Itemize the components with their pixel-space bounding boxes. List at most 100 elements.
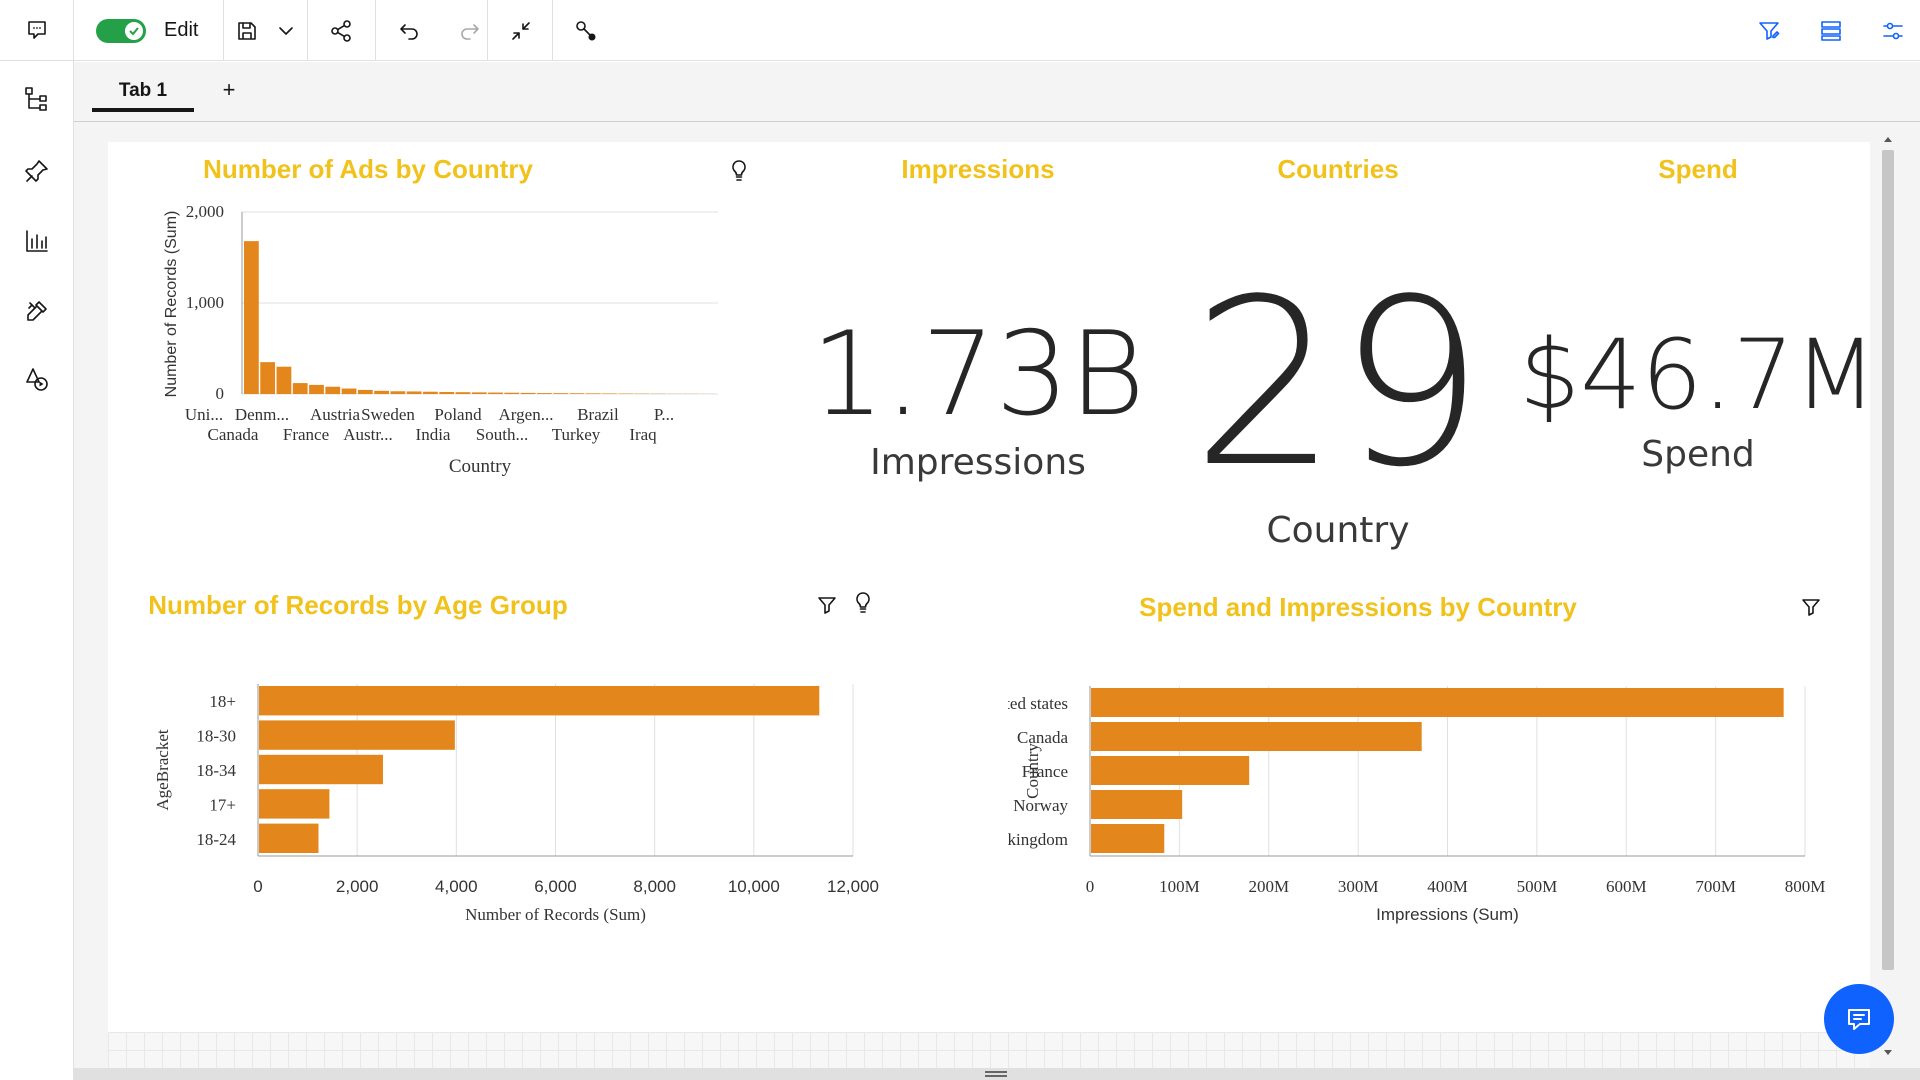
media-button[interactable] — [0, 354, 74, 404]
visualizations-button[interactable] — [0, 216, 74, 266]
save-menu-button[interactable] — [268, 0, 304, 61]
bar — [1091, 790, 1183, 819]
left-rail — [0, 0, 74, 1080]
x-tick-label: 4,000 — [435, 877, 478, 896]
x-tick-label: 12,000 — [827, 877, 879, 896]
lightbulb-icon[interactable] — [728, 158, 750, 184]
spend-title: Spend — [1658, 154, 1738, 184]
bar — [244, 241, 259, 394]
x-tick-label: 6,000 — [534, 877, 577, 896]
bar — [1091, 722, 1422, 751]
shapes-media-icon — [26, 368, 48, 391]
bar — [292, 383, 308, 394]
x-tick-label: Poland — [434, 405, 482, 424]
data-tree-button[interactable] — [0, 74, 74, 124]
scrollbar-thumb[interactable] — [1882, 150, 1894, 970]
bar — [259, 789, 330, 819]
spend-impressions-chart[interactable]: 0 100M 200M 300M 400M 500M 600M 700M 800M United … — [1008, 628, 1868, 1018]
save-button[interactable] — [226, 0, 268, 61]
add-tab-button[interactable]: + — [214, 76, 244, 106]
x-tick-label: 10,000 — [728, 877, 780, 896]
filter-button[interactable] — [1746, 0, 1792, 61]
x-tick-label: 400M — [1427, 877, 1468, 896]
x-tick-label: P... — [654, 405, 674, 424]
bar — [406, 391, 422, 394]
x-tick-label: 800M — [1785, 877, 1826, 896]
pin-button[interactable] — [0, 146, 74, 196]
bar — [585, 393, 601, 394]
filter-icon[interactable] — [1800, 596, 1822, 618]
bar — [260, 362, 276, 394]
x-tick-label: 200M — [1248, 877, 1289, 896]
undo-icon — [400, 23, 418, 40]
chat-button[interactable] — [1824, 984, 1894, 1054]
pin-icon — [25, 160, 48, 182]
countries-title: Countries — [1277, 154, 1399, 184]
bar — [259, 823, 319, 853]
bar — [259, 686, 820, 716]
x-tick-label: 8,000 — [633, 877, 676, 896]
y-tick-label: 18-34 — [196, 761, 236, 780]
countries-label: Country — [1266, 510, 1410, 551]
y-tick-label: 18-24 — [196, 830, 236, 849]
x-tick-label: Denm... — [235, 405, 289, 424]
bar — [488, 392, 503, 394]
x-tick-label: 2,000 — [336, 877, 379, 896]
bar — [471, 392, 487, 394]
bar — [1091, 824, 1165, 853]
collapse-button[interactable] — [490, 0, 552, 61]
undo-button[interactable] — [378, 0, 440, 61]
data-panel-button[interactable] — [1808, 0, 1854, 61]
properties-button[interactable] — [1870, 0, 1916, 61]
x-tick-label: South... — [476, 425, 528, 444]
bar — [374, 390, 389, 394]
impressions-value: 1.73B — [810, 307, 1146, 442]
y-tick-label: 0 — [216, 384, 225, 403]
dashboard-canvas: Number of Ads by Country 0 1,000 2,000 Uni.… — [108, 142, 1877, 1032]
y-tick-label: United kingdom — [1008, 830, 1068, 849]
chat-icon — [1848, 1009, 1870, 1030]
x-axis-label: Number of Records (Sum) — [465, 905, 646, 924]
bar — [276, 366, 292, 394]
x-tick-label: 300M — [1338, 877, 1379, 896]
lightbulb-icon[interactable] — [852, 590, 874, 616]
x-tick-label: Austria — [310, 405, 361, 424]
age-group-chart[interactable]: 0 2,000 4,000 6,000 8,000 10,000 12,000 18+ 18-3… — [128, 628, 968, 1018]
spend-label: Spend — [1641, 434, 1755, 475]
filter-icon[interactable] — [816, 594, 838, 616]
share-icon — [331, 19, 351, 42]
x-tick-label: France — [283, 425, 329, 444]
filter-edit-icon — [1759, 21, 1780, 40]
ads-by-country-chart[interactable]: 0 1,000 2,000 Uni... Denm... Austria Sweden Pol… — [128, 182, 768, 502]
toggle-switch[interactable] — [96, 18, 146, 43]
scroll-down-icon[interactable] — [1880, 1046, 1896, 1060]
y-tick-label: 17+ — [209, 795, 236, 814]
x-tick-label: Canada — [208, 425, 259, 444]
x-tick-label: Sweden — [361, 405, 415, 424]
y-tick-label: 1,000 — [186, 293, 224, 312]
bar — [341, 388, 357, 394]
comments-button[interactable] — [0, 0, 73, 61]
bar — [455, 392, 471, 394]
resize-handle-icon[interactable] — [985, 1071, 1007, 1077]
bar — [602, 393, 617, 394]
bar — [325, 386, 341, 394]
x-tick-label: 0 — [1086, 877, 1095, 896]
x-tick-label: 500M — [1517, 877, 1558, 896]
checkmark-icon — [125, 21, 143, 40]
settings-adjust-icon — [1883, 22, 1903, 39]
widgets-button[interactable] — [0, 286, 74, 336]
x-axis-label: Country — [449, 456, 512, 477]
relationships-button[interactable] — [555, 0, 617, 61]
bar — [1091, 756, 1250, 785]
share-button[interactable] — [310, 0, 372, 61]
save-icon — [238, 21, 256, 40]
ads-by-country-title: Number of Ads by Country — [203, 154, 533, 184]
spend-impressions-title: Spend and Impressions by Country — [1139, 592, 1577, 622]
stack-icon — [1821, 20, 1841, 41]
y-tick-label: United states — [1008, 694, 1068, 713]
bar — [259, 754, 383, 785]
tab-1[interactable]: Tab 1 — [92, 76, 194, 112]
hierarchy-icon — [25, 87, 47, 111]
bar — [423, 391, 438, 394]
